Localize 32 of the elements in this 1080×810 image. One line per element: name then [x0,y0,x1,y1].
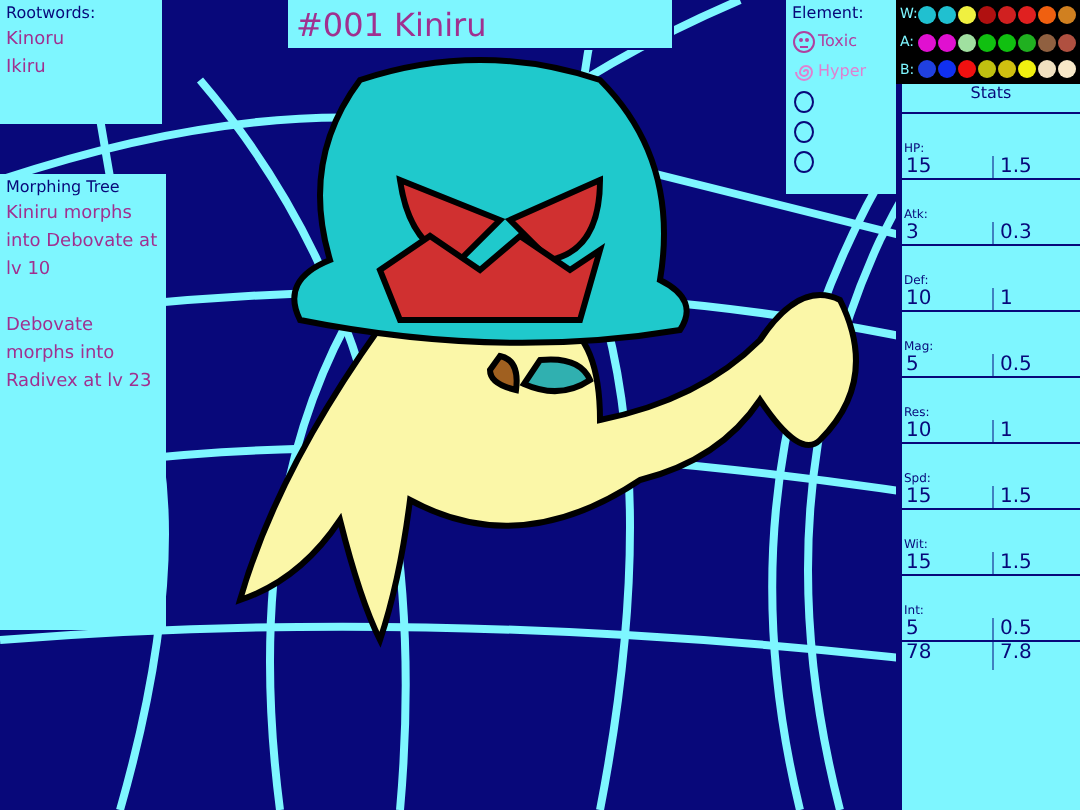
empty-circle-icon [792,149,816,173]
stat-total: 78 [902,642,994,670]
element-heading: Element: [792,4,866,22]
title-label: #001 Kiniru [286,0,674,50]
rootwords-heading: Rootwords: [6,4,98,22]
rootword: Ikiru [6,56,48,82]
stat-value: 10 [902,420,994,442]
rootword: Kinoru [6,28,67,54]
stat-value: 5 [902,618,994,640]
stat-growth: 0.3 [998,222,1032,244]
empty-circle-icon [792,119,816,143]
stat-value: 15 [902,156,994,178]
stat-growth: 1.5 [998,156,1032,178]
empty-circle-icon [792,89,816,113]
stat-growth: 0.5 [998,354,1032,376]
stat-value: 15 [902,552,994,574]
stats-heading: Stats [902,84,1080,114]
stat-value: 5 [902,354,994,376]
stat-value: 15 [902,486,994,508]
stat-value: 10 [902,288,994,310]
stat-growth: 1.5 [998,552,1032,574]
stat-growth: 0.5 [998,618,1032,640]
morphing-tree-heading: Morphing Tree [6,178,122,196]
morph-entry: Debovate morphs into Radivex at lv 23 [6,314,154,396]
stat-growth: 1 [998,420,1013,442]
element-label: Hyper [818,62,867,80]
stat-value: 3 [902,222,994,244]
growth-total: 7.8 [998,642,1032,668]
element-label: Toxic [818,32,858,50]
stat-growth: 1 [998,288,1013,310]
stat-growth: 1.5 [998,486,1032,508]
morph-entry: Kiniru morphs into Debovate at lv 10 [6,202,160,284]
